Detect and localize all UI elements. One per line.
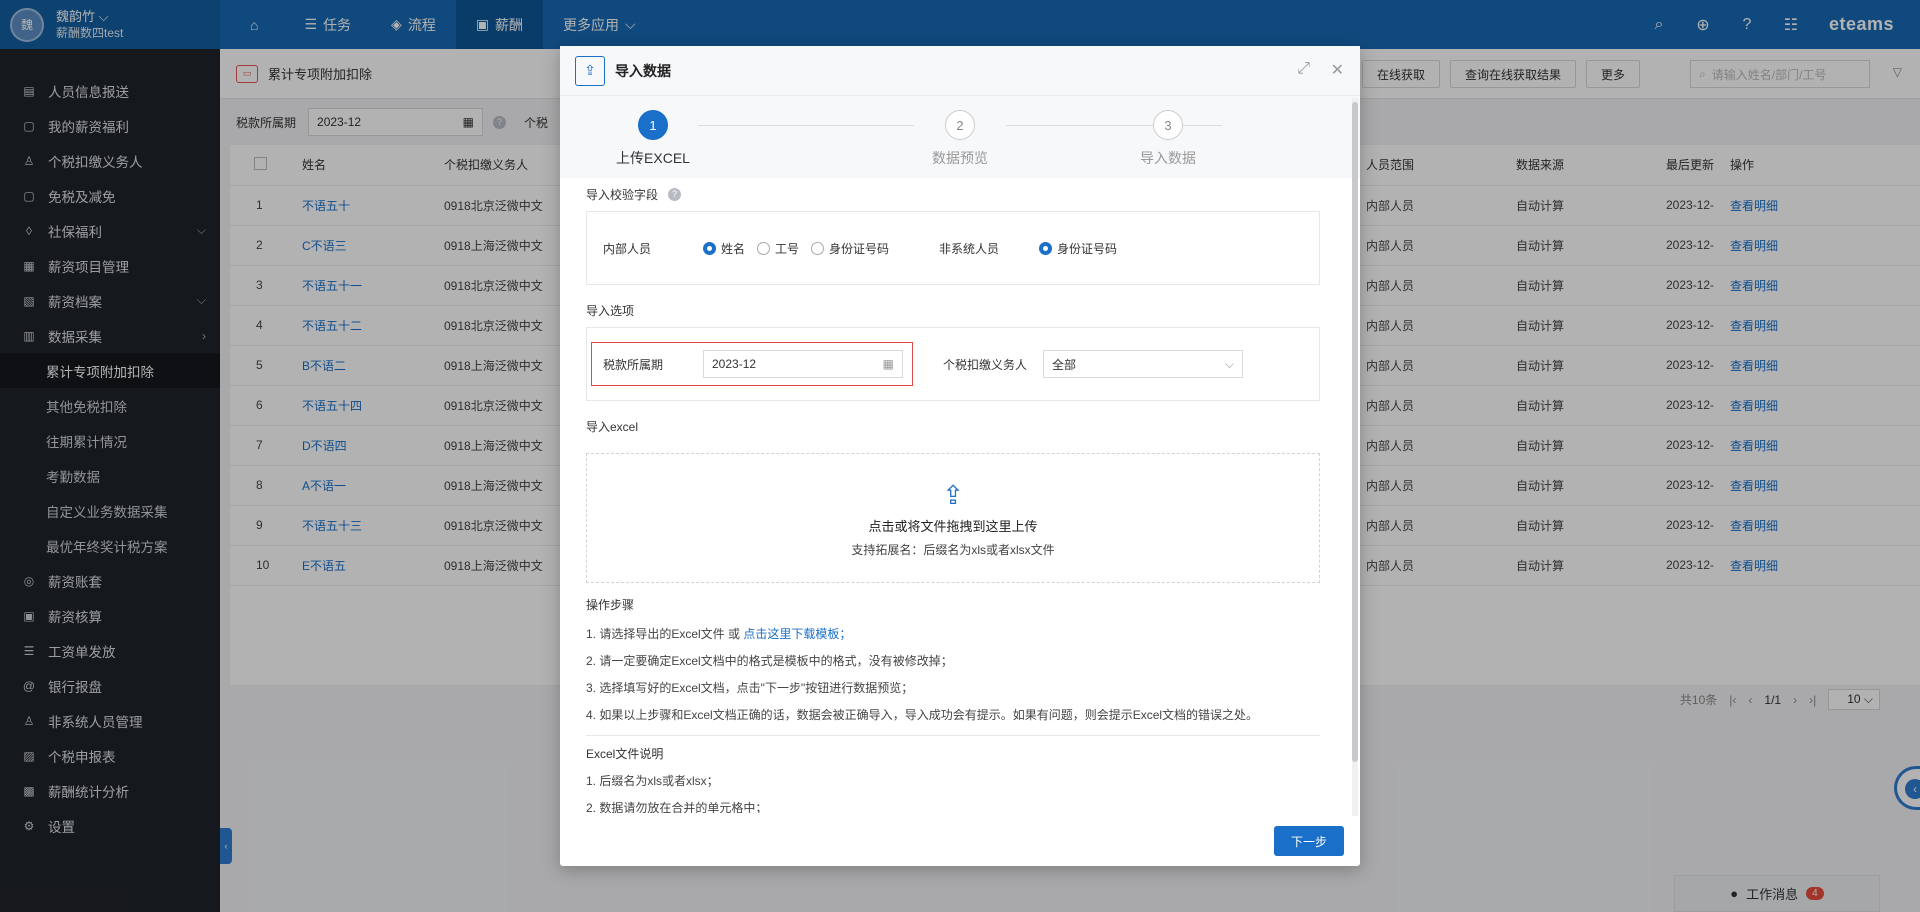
expand-icon[interactable]: ⤢: [1297, 60, 1310, 78]
ops-step-2: 2. 请一定要确定Excel文档中的格式是模板中的格式，没有被修改掉；: [586, 654, 953, 668]
ops-step-3: 3. 选择填写好的Excel文档，点击"下一步"按钮进行数据预览；: [586, 681, 914, 695]
step-line: [698, 125, 914, 126]
validate-section-title: 导入校验字段: [586, 187, 659, 202]
validate-box: 内部人员 姓名 工号 身份证号码 非系统人员 身份证号码: [586, 211, 1320, 285]
excel-section-title: 导入excel: [586, 419, 639, 434]
options-section-title: 导入选项: [586, 303, 635, 318]
cloud-upload-icon: ⇪: [575, 55, 605, 86]
upload-hint: 点击或将文件拖拽到这里上传: [868, 519, 1038, 534]
internal-person-label: 内部人员: [603, 241, 652, 256]
modal-header: ⇪ 导入数据 ⤢ ✕: [560, 46, 1360, 96]
excel-desc-line-2: 2. 数据请勿放在合并的单元格中；: [586, 801, 768, 813]
radio-employee-id[interactable]: 工号: [757, 240, 799, 257]
step-1: 1 上传EXCEL: [593, 110, 713, 168]
calendar-icon: ▦: [882, 357, 894, 371]
ops-step-1: 1. 请选择导出的Excel文件 或 点击这里下载模板；: [586, 627, 852, 641]
excel-desc-title: Excel文件说明: [586, 746, 664, 761]
modal-body: 导入校验字段? 内部人员 姓名 工号 身份证号码 非系统人员 身份证号码 导入选…: [574, 183, 1332, 813]
next-step-button[interactable]: 下一步: [1274, 826, 1344, 856]
tax-agent-select[interactable]: 全部 ⌵: [1043, 350, 1243, 378]
radio-name[interactable]: 姓名: [703, 240, 745, 257]
ops-step-4: 4. 如果以上步骤和Excel文档正确的话，数据会被正确导入，导入成功会有提示。…: [586, 708, 1259, 722]
upload-dropzone[interactable]: ⇪ 点击或将文件拖拽到这里上传 支持拓展名：后缀名为xls或者xlsx文件: [586, 453, 1320, 583]
step-3: 3 导入数据: [1108, 110, 1228, 168]
download-template-link[interactable]: 点击这里下载模板；: [743, 627, 851, 641]
tax-agent-label: 个税扣缴义务人: [943, 357, 1028, 372]
cloud-upload-icon: ⇪: [942, 480, 964, 510]
step-indicator: 1 上传EXCEL 2 数据预览 3 导入数据: [560, 96, 1360, 178]
modal-scrollbar[interactable]: [1352, 98, 1358, 816]
import-data-modal: ⇪ 导入数据 ⤢ ✕ 1 上传EXCEL 2 数据预览 3 导入数据 导入校验字…: [560, 46, 1360, 866]
modal-title: 导入数据: [615, 62, 671, 79]
radio-external-id-number[interactable]: 身份证号码: [1039, 240, 1117, 257]
chevron-down-icon: ⌵: [1224, 356, 1234, 371]
help-icon[interactable]: ?: [668, 187, 682, 201]
upload-extension-hint: 支持拓展名：后缀名为xls或者xlsx文件: [851, 543, 1055, 557]
step-2: 2 数据预览: [900, 110, 1020, 168]
period-date-input[interactable]: 2023-12 ▦: [703, 350, 903, 378]
close-icon[interactable]: ✕: [1331, 60, 1344, 80]
radio-id-number[interactable]: 身份证号码: [811, 240, 889, 257]
excel-desc-line-1: 1. 后缀名为xls或者xlsx；: [586, 774, 719, 788]
ops-section-title: 操作步骤: [586, 597, 635, 612]
options-box: 税款所属期 2023-12 ▦ 个税扣缴义务人 全部 ⌵: [586, 327, 1320, 401]
period-label: 税款所属期: [603, 357, 664, 372]
external-person-label: 非系统人员: [939, 241, 1000, 256]
